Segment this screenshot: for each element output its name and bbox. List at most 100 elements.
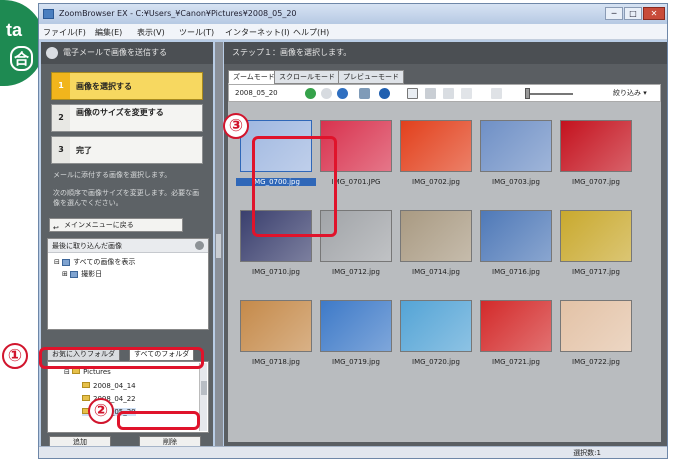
filter-dropdown[interactable]: 絞り込み ▾	[613, 87, 647, 99]
guide-description-detail: 次の順序で画像サイズを変更します。必要な画像を選んでください。	[53, 189, 200, 207]
task-guide-panel: 電子メールで画像を送信する 1 画像を選択する 2 画像のサイズを変更する 3 …	[41, 42, 213, 449]
title-bar: ZoomBrowser EX - C:¥Users_¥Canon¥Picture…	[39, 4, 667, 24]
image-filename: IMG_0702.jpg	[412, 178, 460, 186]
folder-icon	[82, 382, 90, 388]
image-thumbnail[interactable]	[400, 120, 472, 172]
step-finish[interactable]: 3 完了	[51, 136, 203, 164]
favorites-folder-highlight	[39, 347, 204, 369]
image-thumbnail[interactable]	[480, 300, 552, 352]
tab-preview-mode[interactable]: プレビューモード	[338, 70, 404, 84]
back-to-main-menu-button[interactable]: ↩ メインメニューに戻る	[49, 218, 183, 232]
image-thumbnail[interactable]	[320, 300, 392, 352]
select-all-icon[interactable]	[407, 88, 418, 99]
current-folder-date: 2008_05_20	[235, 89, 278, 97]
step-select-images[interactable]: 1 画像を選択する	[51, 72, 203, 100]
folder-highlight	[117, 411, 200, 430]
recent-import-panel: 最後に取り込んだ画像 ⊟ すべての画像を表示 ⊞ 撮影日	[47, 238, 209, 330]
guide-title: 電子メールで画像を送信する	[63, 48, 167, 57]
status-bar: 選択数:1	[39, 446, 667, 458]
step-label: 画像を選択する	[76, 82, 132, 91]
recent-title: 最後に取り込んだ画像	[52, 242, 122, 250]
zoom-slider-handle[interactable]	[525, 88, 530, 99]
menu-edit[interactable]: 編集(E)	[95, 27, 122, 38]
image-filename: IMG_0722.jpg	[572, 358, 620, 366]
step-number: 1	[52, 73, 70, 99]
guide-header: 電子メールで画像を送信する	[41, 42, 213, 64]
app-icon	[43, 9, 54, 19]
annotation-3: ③	[223, 113, 249, 139]
window-title: ZoomBrowser EX - C:¥Users_¥Canon¥Picture…	[59, 9, 297, 18]
image-thumbnail[interactable]	[400, 300, 472, 352]
zoom-slider-track[interactable]	[529, 93, 573, 95]
step-resize-images[interactable]: 2 画像のサイズを変更する	[51, 104, 203, 132]
scrollbar-thumb[interactable]	[201, 381, 207, 395]
splitter-grip[interactable]	[216, 234, 221, 258]
menu-file[interactable]: ファイル(F)	[43, 27, 86, 38]
image-thumbnail[interactable]	[480, 210, 552, 262]
folder-2008-04-14[interactable]: 2008_04_14	[82, 382, 136, 390]
image-thumbnail[interactable]	[400, 210, 472, 262]
step-header: ステップ１：画像を選択します。	[224, 42, 667, 64]
step-number: 2	[52, 105, 70, 131]
annotation-1: ①	[2, 343, 28, 369]
annotation-2: ②	[88, 398, 114, 424]
panel-splitter[interactable]	[215, 42, 223, 448]
back-arrow-icon: ↩	[53, 224, 59, 232]
folder-scrollbar[interactable]	[199, 363, 207, 431]
tree-item-label: 撮影日	[81, 270, 103, 278]
rotate-icon[interactable]	[425, 88, 436, 99]
calendar-icon	[70, 270, 79, 278]
view-toolbar: 2008_05_20 絞り込み ▾	[228, 84, 661, 102]
image-thumbnail[interactable]	[560, 300, 632, 352]
tree-item-all-images[interactable]: ⊟ すべての画像を表示	[54, 257, 135, 267]
minimize-button[interactable]: ─	[605, 7, 623, 20]
tree-item-shooting-date[interactable]: ⊞ 撮影日	[62, 269, 102, 279]
maximize-button[interactable]: □	[624, 7, 642, 20]
green-circle-icon[interactable]	[305, 88, 316, 99]
info-icon[interactable]	[379, 88, 390, 99]
images-icon	[62, 258, 71, 266]
image-filename: IMG_0718.jpg	[252, 358, 300, 366]
delete-icon[interactable]	[461, 88, 472, 99]
recent-header: 最後に取り込んだ画像	[48, 239, 208, 253]
image-filename: IMG_0720.jpg	[412, 358, 460, 366]
image-thumbnail[interactable]	[560, 210, 632, 262]
gray-circle-icon[interactable]	[321, 88, 332, 99]
image-filename: IMG_0716.jpg	[492, 268, 540, 276]
image-thumbnail[interactable]	[480, 120, 552, 172]
menu-bar: ファイル(F) 編集(E) 表示(V) ツール(T) インターネット(I) ヘル…	[39, 24, 667, 40]
step-label: 完了	[76, 146, 92, 155]
image-filename: IMG_0710.jpg	[252, 268, 300, 276]
step-label: 画像のサイズを変更する	[76, 108, 164, 117]
folder-label: Pictures	[83, 368, 111, 376]
tree-item-label: すべての画像を表示	[73, 258, 136, 266]
image-thumbnail[interactable]	[240, 300, 312, 352]
sort-icon[interactable]	[359, 88, 370, 99]
image-filename: IMG_0721.jpg	[492, 358, 540, 366]
menu-view[interactable]: 表示(V)	[137, 27, 165, 38]
search-icon[interactable]	[443, 88, 454, 99]
fit-icon[interactable]	[491, 88, 502, 99]
mail-icon	[46, 47, 58, 59]
menu-help[interactable]: ヘルプ(H)	[293, 27, 329, 38]
image-filename: IMG_0712.jpg	[332, 268, 380, 276]
image-thumbnail[interactable]	[560, 120, 632, 172]
tab-scroll-mode[interactable]: スクロールモード	[274, 70, 340, 84]
selection-count: 選択数:1	[573, 449, 601, 457]
tab-zoom-mode[interactable]: ズームモード	[228, 70, 280, 84]
settings-icon[interactable]	[195, 241, 204, 250]
image-highlight	[252, 136, 337, 237]
menu-internet[interactable]: インターネット(I)	[225, 27, 290, 38]
folder-label: 2008_04_14	[93, 382, 136, 390]
badge-text: ta	[6, 20, 23, 40]
image-filename: IMG_0707.jpg	[572, 178, 620, 186]
blue-circle-icon[interactable]	[337, 88, 348, 99]
zoombrowser-window: ZoomBrowser EX - C:¥Users_¥Canon¥Picture…	[38, 3, 668, 459]
close-button[interactable]: ✕	[643, 7, 665, 20]
guide-description: メールに添付する画像を選択します。	[53, 171, 172, 179]
image-browser-panel: ステップ１：画像を選択します。 ズームモード スクロールモード プレビューモード…	[224, 42, 667, 448]
badge-subtext: 合	[10, 46, 34, 71]
folder-pictures[interactable]: ⊟ Pictures	[64, 368, 111, 376]
menu-tools[interactable]: ツール(T)	[179, 27, 214, 38]
folder-icon	[82, 395, 90, 401]
